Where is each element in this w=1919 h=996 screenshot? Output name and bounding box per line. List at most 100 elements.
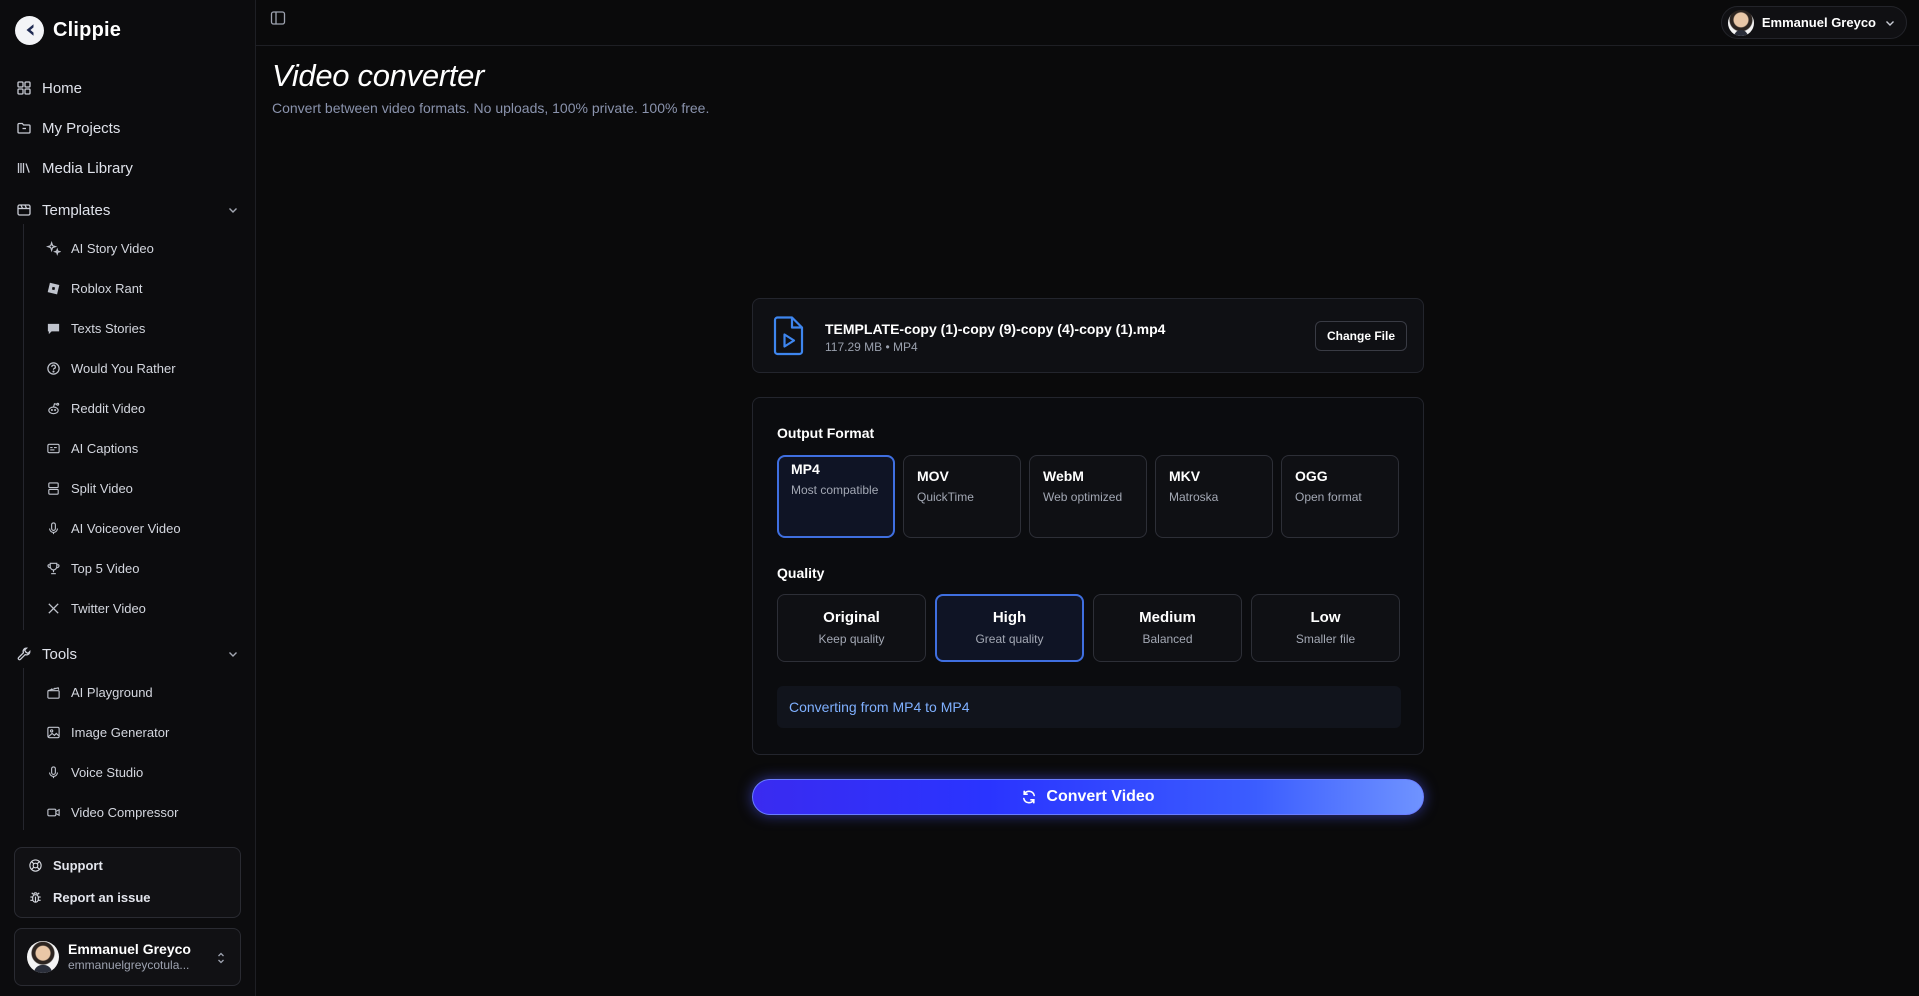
user-email: emmanuelgreycotula... bbox=[68, 958, 190, 973]
conversion-options-card: Output Format MP4 Most compatible MOV Qu… bbox=[752, 397, 1424, 755]
template-item-split-video[interactable]: Split Video bbox=[46, 475, 246, 501]
clapper-icon bbox=[47, 686, 60, 699]
reddit-icon bbox=[48, 402, 60, 414]
report-issue-link[interactable]: Report an issue bbox=[28, 886, 151, 908]
brand-name: Clippie bbox=[53, 18, 122, 41]
template-item-ai-captions[interactable]: AI Captions bbox=[46, 435, 246, 461]
quality-option-low[interactable]: Low Smaller file bbox=[1251, 594, 1400, 662]
format-option-ogg[interactable]: OGG Open format bbox=[1281, 455, 1399, 538]
quality-desc: Balanced bbox=[1142, 632, 1193, 646]
nav-item-media-library[interactable]: Media Library bbox=[16, 154, 242, 182]
template-item-ai-story-video[interactable]: AI Story Video bbox=[46, 235, 246, 261]
top-bar: Emmanuel Greyco bbox=[256, 0, 1919, 46]
template-item-roblox-rant[interactable]: Roblox Rant bbox=[46, 275, 246, 301]
conversion-summary: Converting from MP4 to MP4 bbox=[777, 686, 1401, 728]
lifebuoy-icon bbox=[29, 858, 42, 872]
user-name: Emmanuel Greyco bbox=[68, 940, 191, 957]
sidebar-toggle-icon[interactable] bbox=[270, 10, 286, 26]
template-item-label: AI Captions bbox=[71, 440, 139, 456]
refresh-icon bbox=[1023, 790, 1036, 804]
mic-icon bbox=[49, 765, 58, 778]
template-item-texts-stories[interactable]: Texts Stories bbox=[46, 315, 246, 341]
chevron-down-icon bbox=[1886, 20, 1894, 26]
report-issue-label: Report an issue bbox=[53, 889, 151, 905]
quality-option-medium[interactable]: Medium Balanced bbox=[1093, 594, 1242, 662]
nav-item-my-projects[interactable]: My Projects bbox=[16, 114, 242, 142]
format-option-mkv[interactable]: MKV Matroska bbox=[1155, 455, 1273, 538]
convert-label: Convert Video bbox=[1046, 788, 1155, 805]
support-link[interactable]: Support bbox=[28, 854, 103, 876]
file-meta: 117.29 MB • MP4 bbox=[825, 340, 918, 354]
convert-video-button[interactable]: Convert Video bbox=[752, 779, 1424, 815]
tool-item-label: Voice Studio bbox=[71, 764, 144, 780]
format-name: OGG bbox=[1295, 468, 1328, 484]
tool-item-label: Image Generator bbox=[71, 724, 170, 740]
video-icon bbox=[47, 808, 60, 816]
mic-icon bbox=[49, 521, 58, 534]
tools-section-toggle[interactable]: Tools bbox=[16, 640, 242, 668]
nav-label: My Projects bbox=[42, 119, 121, 137]
chevrons-up-down-icon bbox=[218, 952, 224, 964]
avatar bbox=[1727, 9, 1754, 36]
format-option-mp4[interactable]: MP4 Most compatible bbox=[777, 455, 895, 538]
template-item-label: Top 5 Video bbox=[71, 560, 140, 576]
library-icon bbox=[17, 163, 30, 173]
sparkles-icon bbox=[46, 240, 61, 256]
question-icon bbox=[47, 361, 60, 375]
quality-label: Quality bbox=[777, 565, 825, 581]
template-item-ai-voiceover-video[interactable]: AI Voiceover Video bbox=[46, 515, 246, 541]
chevron-down-icon bbox=[229, 208, 237, 213]
message-icon bbox=[47, 323, 60, 334]
trophy-icon bbox=[47, 562, 60, 574]
quality-option-high[interactable]: High Great quality bbox=[935, 594, 1084, 662]
format-desc: Most compatible bbox=[791, 483, 879, 497]
template-item-top-5-video[interactable]: Top 5 Video bbox=[46, 555, 246, 581]
sidebar: Clippie Home My Projects Media Library T… bbox=[0, 0, 256, 996]
format-name: MP4 bbox=[791, 461, 820, 477]
tool-item-ai-playground[interactable]: AI Playground bbox=[46, 679, 246, 705]
clippie-logo-icon bbox=[15, 15, 44, 45]
quality-desc: Smaller file bbox=[1295, 632, 1356, 646]
format-desc: QuickTime bbox=[917, 490, 974, 504]
template-item-reddit-video[interactable]: Reddit Video bbox=[46, 395, 246, 421]
template-item-label: Roblox Rant bbox=[71, 280, 143, 296]
format-desc: Web optimized bbox=[1043, 490, 1123, 504]
support-label: Support bbox=[53, 857, 103, 873]
format-name: MKV bbox=[1169, 468, 1201, 484]
template-item-twitter-video[interactable]: Twitter Video bbox=[46, 595, 246, 621]
video-file-icon bbox=[773, 316, 804, 356]
roblox-icon bbox=[47, 282, 60, 294]
template-item-label: Reddit Video bbox=[71, 400, 146, 416]
format-option-mov[interactable]: MOV QuickTime bbox=[903, 455, 1021, 538]
account-dropdown[interactable]: Emmanuel Greyco bbox=[1720, 6, 1907, 39]
grid-icon bbox=[17, 81, 31, 95]
tool-item-label: AI Playground bbox=[71, 684, 153, 700]
page-title: Video converter bbox=[272, 58, 485, 93]
account-name: Emmanuel Greyco bbox=[1761, 15, 1876, 30]
tool-item-image-generator[interactable]: Image Generator bbox=[46, 719, 246, 745]
avatar bbox=[27, 941, 59, 973]
quality-name: Medium bbox=[1139, 609, 1196, 626]
tool-item-voice-studio[interactable]: Voice Studio bbox=[46, 759, 246, 785]
x-logo-icon bbox=[48, 602, 59, 614]
template-item-label: AI Story Video bbox=[71, 240, 154, 256]
help-box: Support Report an issue bbox=[14, 847, 241, 918]
user-menu-button[interactable]: Emmanuel Greyco emmanuelgreycotula... bbox=[14, 928, 241, 986]
quality-option-original[interactable]: Original Keep quality bbox=[777, 594, 926, 662]
format-option-webm[interactable]: WebM Web optimized bbox=[1029, 455, 1147, 538]
tool-item-video-compressor[interactable]: Video Compressor bbox=[46, 799, 246, 825]
templates-section-toggle[interactable]: Templates bbox=[16, 196, 242, 224]
template-item-label: AI Voiceover Video bbox=[71, 520, 181, 536]
folder-icon bbox=[17, 122, 31, 134]
templates-icon bbox=[17, 204, 31, 216]
user-info: Emmanuel Greyco emmanuelgreycotula... bbox=[68, 941, 191, 974]
change-file-button[interactable]: Change File bbox=[1314, 321, 1407, 351]
format-desc: Open format bbox=[1295, 490, 1362, 504]
templates-label: Templates bbox=[42, 201, 111, 219]
template-item-would-you-rather[interactable]: Would You Rather bbox=[46, 355, 246, 381]
image-icon bbox=[47, 726, 60, 738]
brand[interactable]: Clippie bbox=[15, 15, 121, 45]
nav-item-home[interactable]: Home bbox=[16, 74, 242, 102]
bug-icon bbox=[30, 891, 41, 903]
chevron-down-icon bbox=[229, 652, 237, 657]
